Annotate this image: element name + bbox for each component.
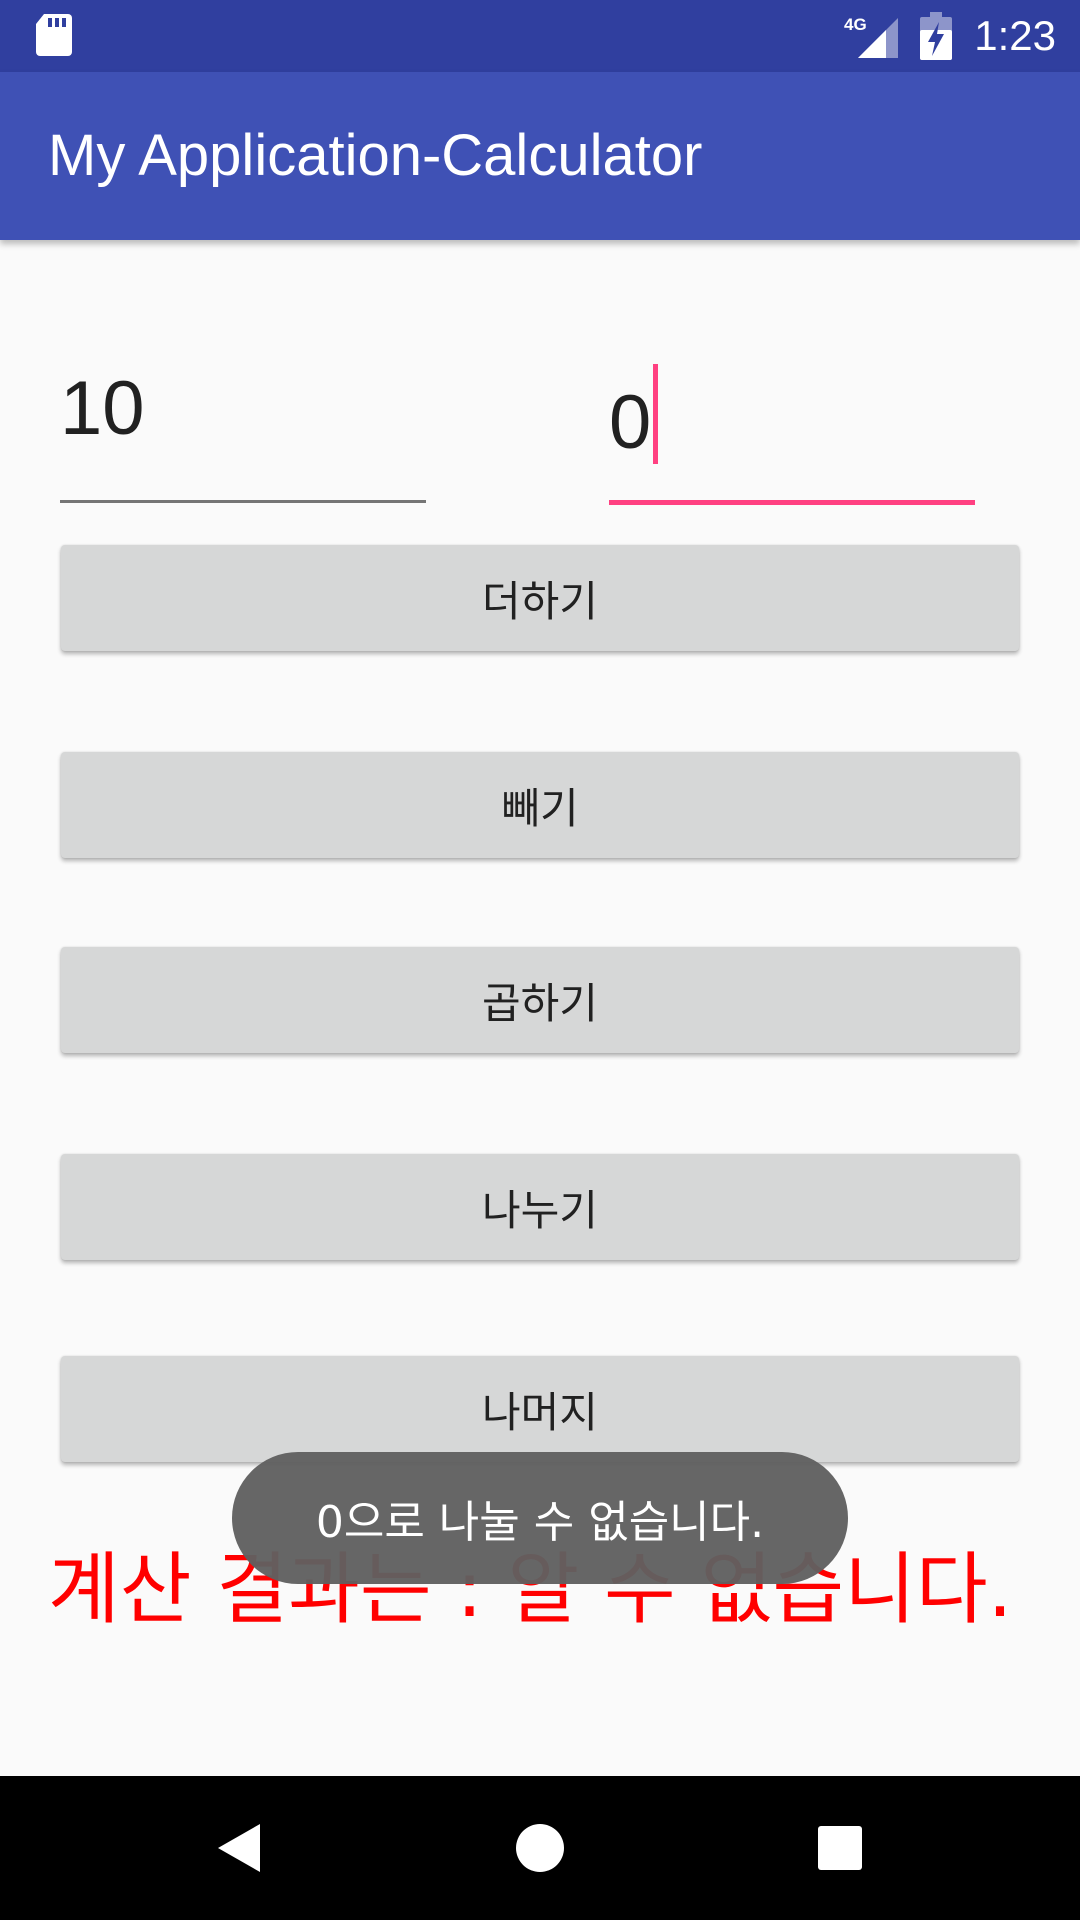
second-number-wrapper: 0 (609, 364, 659, 468)
home-button[interactable] (490, 1798, 590, 1898)
back-button[interactable] (190, 1798, 290, 1898)
app-bar: My Application-Calculator (0, 72, 1080, 240)
signal-4g-icon: 4G (844, 15, 898, 58)
battery-charging-icon (920, 12, 952, 60)
first-number-field[interactable]: 10 (60, 340, 426, 508)
subtract-button[interactable]: 빼기 (61, 752, 1019, 858)
status-time: 1:23 (974, 12, 1056, 59)
second-number-value: 0 (609, 380, 652, 465)
remainder-button[interactable]: 나머지 (61, 1356, 1019, 1462)
multiply-button[interactable]: 곱하기 (61, 947, 1019, 1053)
divide-button[interactable]: 나누기 (61, 1154, 1019, 1260)
second-number-underline (609, 500, 975, 505)
navigation-bar (0, 1776, 1080, 1920)
svg-text:4G: 4G (844, 15, 867, 34)
app-title: My Application-Calculator (48, 123, 703, 188)
sd-card-icon (36, 14, 72, 56)
recents-icon (818, 1826, 862, 1870)
toast-message: 0으로 나눌 수 없습니다. (232, 1452, 848, 1584)
status-bar: 4G 1:23 (0, 0, 1080, 72)
back-icon (218, 1824, 260, 1872)
first-number-value: 10 (60, 366, 145, 451)
home-icon (516, 1824, 564, 1872)
recents-button[interactable] (790, 1798, 890, 1898)
add-button[interactable]: 더하기 (61, 545, 1019, 651)
second-number-field[interactable]: 0 (609, 340, 975, 508)
first-number-underline (60, 500, 426, 503)
text-cursor (653, 364, 659, 464)
calculator-screen: 4G 1:23 My Application-Calculator 10 0 더… (0, 0, 1080, 1920)
